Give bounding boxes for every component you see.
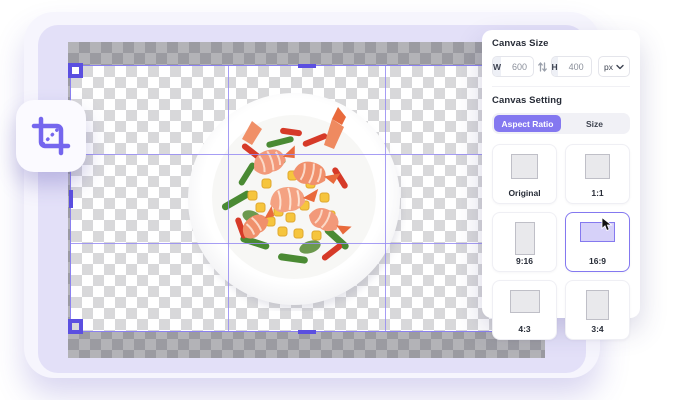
ratio-thumb-9-16: [515, 222, 535, 255]
ratio-card-4-3[interactable]: 4:3: [492, 280, 557, 340]
ratio-card-1-1[interactable]: 1:1: [565, 144, 630, 204]
ratio-card-16-9[interactable]: 16:9: [565, 212, 630, 272]
height-input[interactable]: [558, 62, 592, 72]
canvas-size-title: Canvas Size: [492, 38, 630, 49]
grid-line-horizontal-1: [71, 154, 542, 155]
crop-tool-badge: [16, 100, 86, 172]
ratio-label: 1:1: [591, 188, 603, 198]
width-input[interactable]: [501, 62, 533, 72]
app-screenshot: Canvas Size W H px: [0, 0, 690, 400]
grid-line-vertical-2: [385, 66, 386, 331]
food-photo: [182, 87, 406, 311]
ratio-label: 16:9: [589, 256, 606, 266]
crop-icon: [30, 115, 72, 157]
ratio-label: 3:4: [591, 324, 603, 334]
cursor-arrow-icon: [601, 217, 614, 232]
ratio-card-3-4[interactable]: 3:4: [565, 280, 630, 340]
width-field[interactable]: W: [492, 56, 534, 77]
tab-size[interactable]: Size: [561, 115, 628, 132]
panel-divider: [492, 86, 630, 87]
crop-handle-left-middle[interactable]: [69, 190, 73, 208]
canvas-size-row: W H px: [492, 56, 630, 77]
ratio-thumb-original: [511, 154, 538, 179]
ratio-card-9-16[interactable]: 9:16: [492, 212, 557, 272]
unit-value: px: [604, 62, 613, 72]
settings-panel: Canvas Size W H px: [482, 30, 640, 318]
crop-handle-bottom-middle[interactable]: [298, 330, 316, 334]
width-label: W: [493, 57, 501, 76]
crop-region[interactable]: [70, 65, 543, 332]
crop-handle-top-middle[interactable]: [298, 64, 316, 68]
setting-tabs: Aspect Ratio Size: [492, 113, 630, 134]
chevron-down-icon: [616, 64, 624, 70]
swap-dimensions-button[interactable]: [538, 58, 547, 76]
ratio-thumb-1-1: [585, 154, 610, 179]
canvas-setting-title: Canvas Setting: [492, 95, 630, 106]
grid-line-horizontal-2: [71, 243, 542, 244]
swap-dimensions-icon: [538, 61, 547, 73]
tab-aspect-ratio[interactable]: Aspect Ratio: [494, 115, 561, 132]
crop-handle-bottom-left[interactable]: [68, 319, 83, 334]
unit-select[interactable]: px: [598, 56, 630, 77]
crop-handle-top-left[interactable]: [68, 63, 83, 78]
canvas-area: [68, 42, 545, 358]
ratio-grid: Original 1:1 9:16 16:9 4:3 3:4: [492, 144, 630, 340]
ratio-thumb-4-3: [510, 290, 540, 313]
grid-line-vertical-1: [228, 66, 229, 331]
ratio-thumb-3-4: [586, 290, 609, 320]
height-field[interactable]: H: [551, 56, 593, 77]
ratio-card-original[interactable]: Original: [492, 144, 557, 204]
ratio-label: Original: [508, 188, 540, 198]
ratio-label: 4:3: [518, 324, 530, 334]
ratio-label: 9:16: [516, 256, 533, 266]
